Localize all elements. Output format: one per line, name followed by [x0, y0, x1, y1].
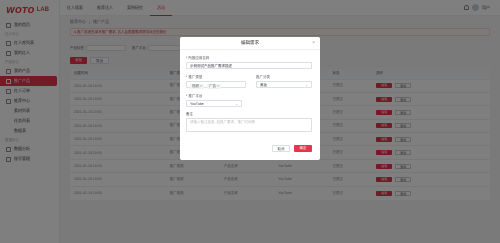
chevron-down-icon: ⌄	[235, 102, 238, 106]
tag-close-icon[interactable]: ×	[217, 84, 219, 88]
category-label: * 推广类型	[186, 75, 203, 79]
cancel-button[interactable]: 取消	[272, 145, 290, 152]
note-label: 备注	[186, 112, 193, 116]
tag-close-icon[interactable]: ×	[200, 84, 202, 88]
edit-modal: 编辑需求 × * 所推应用名称 示例测试产品推广需求描述 * 推广类型 视频× …	[180, 37, 320, 160]
category-select[interactable]: 视频× 广告×	[186, 81, 246, 89]
subcategory-label: 推广分类	[256, 75, 270, 79]
category-tag: 广告×	[207, 83, 222, 89]
modal-header: 编辑需求 ×	[180, 37, 320, 50]
close-icon[interactable]: ×	[312, 40, 315, 46]
chevron-down-icon: ⌄	[305, 83, 308, 87]
subcategory-select[interactable]: 美妆 ⌄	[256, 81, 312, 88]
product-input[interactable]: 示例测试产品推广需求描述	[186, 62, 312, 69]
confirm-button[interactable]: 确定	[294, 145, 312, 152]
platform-label: * 推广平台	[186, 94, 203, 98]
product-label: * 所推应用名称	[186, 56, 210, 60]
category-tag: 视频×	[190, 83, 205, 89]
note-textarea[interactable]: 请输入备注信息, 如推广要求、推广时间等	[186, 118, 312, 132]
modal-title: 编辑需求	[241, 40, 259, 45]
platform-select[interactable]: YouTube ⌄	[186, 100, 242, 107]
